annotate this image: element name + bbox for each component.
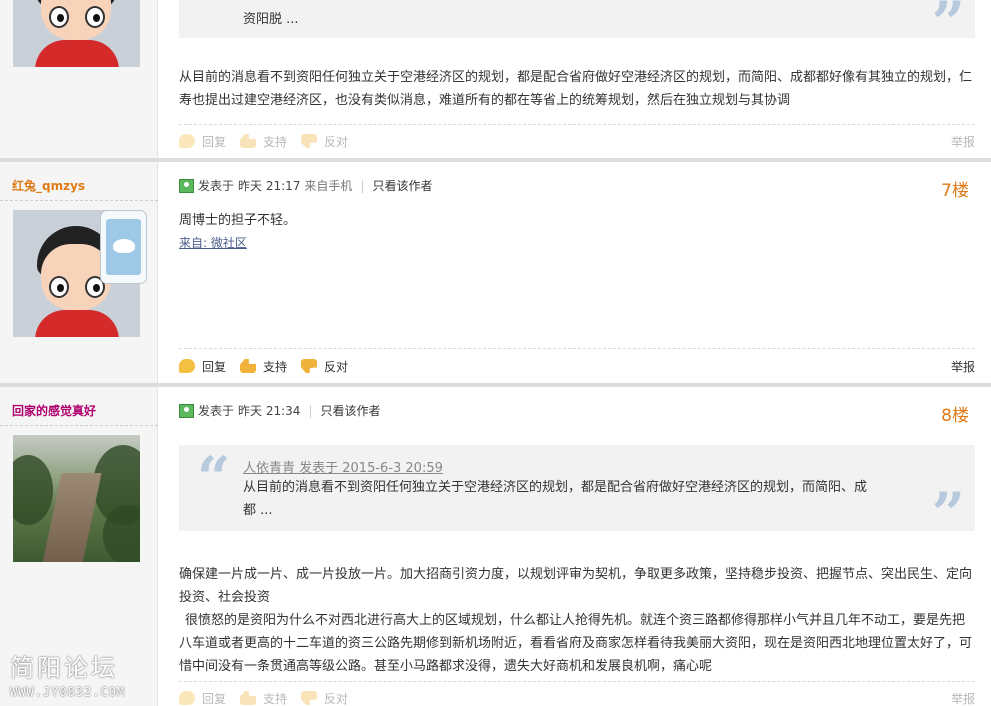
watermark-title: 简阳论坛 [10, 654, 118, 682]
online-status-icon [179, 403, 194, 418]
mobile-phone-icon [100, 210, 147, 284]
report-link[interactable]: 举报 [951, 690, 975, 706]
floor-number[interactable]: 7楼 [941, 176, 969, 201]
oppose-button[interactable]: 反对 [301, 690, 348, 706]
post-source: 来自手机 [304, 179, 353, 193]
report-link[interactable]: 举报 [951, 358, 975, 375]
post-meta: 发表于 昨天 21:34 | 只看该作者 [179, 402, 380, 419]
content-paragraph: 很愤怒的是资阳为什么不对西北进行高大上的区域规划，什么都让人抢得先机。就连个资三… [179, 613, 973, 674]
post-content: 确保建一片成一片、成一片投放一片。加大招商引资力度，以规划评审为契机，争取更多政… [179, 563, 973, 678]
close-quote-icon: ” [931, 480, 965, 548]
online-status-icon [179, 178, 194, 193]
post-6: 资阳脱 ... ” 从目前的消息看不到资阳任何独立关于空港经济区的规划，都是配合… [0, 0, 991, 158]
posted-label: 发表于 [198, 404, 235, 418]
avatar-photo[interactable] [13, 435, 140, 562]
post-8: 回家的感觉真好 发表于 昨天 21:34 | 只看该作者 8楼 “ 人依青青 发… [0, 387, 991, 706]
reply-button[interactable]: 回复 [179, 690, 226, 706]
post-meta: 发表于 昨天 21:17 来自手机 | 只看该作者 [179, 177, 433, 194]
source-link[interactable]: 来自: 微社区 [179, 234, 247, 251]
thumbs-up-icon [240, 134, 257, 148]
post-time: 昨天 21:17 [238, 179, 301, 193]
post-body: 发表于 昨天 21:17 来自手机 | 只看该作者 7楼 周博士的担子不轻。 来… [159, 162, 991, 383]
post-actions: 回复 支持 反对 举报 [179, 356, 975, 376]
site-watermark: 简阳论坛 WWW.JY0832.COM [10, 648, 125, 699]
reply-icon [179, 359, 195, 373]
post-content: 从目前的消息看不到资阳任何独立关于空港经济区的规划，都是配合省府做好空港经济区的… [179, 70, 973, 108]
reply-button[interactable]: 回复 [179, 358, 226, 375]
thumbs-up-icon [240, 691, 257, 705]
only-author-link[interactable]: 只看该作者 [372, 177, 432, 194]
author-name[interactable]: 回家的感觉真好 [12, 402, 96, 419]
thumbs-down-icon [301, 691, 318, 705]
post-actions: 回复 支持 反对 举报 [179, 131, 975, 151]
quote-text: 资阳脱 ... [243, 12, 299, 27]
author-name[interactable]: 红兔_qmzys [12, 177, 85, 194]
post-body: 发表于 昨天 21:34 | 只看该作者 8楼 “ 人依青青 发表于 2015-… [159, 387, 991, 706]
quote-block: “ 人依青青 发表于 2015-6-3 20:59 从目前的消息看不到资阳任何独… [179, 444, 975, 543]
oppose-button[interactable]: 反对 [301, 133, 348, 150]
thumbs-down-icon [301, 359, 318, 373]
author-panel: 红兔_qmzys [0, 162, 158, 383]
quote-block: 资阳脱 ... ” [179, 0, 975, 52]
post-7: 红兔_qmzys 发表于 昨天 21:17 来自手机 | 只看该作者 7楼 周博… [0, 162, 991, 383]
support-button[interactable]: 支持 [240, 690, 287, 706]
thumbs-down-icon [301, 134, 318, 148]
floor-number[interactable]: 8楼 [941, 401, 969, 426]
open-quote-icon: “ [197, 444, 231, 512]
only-author-link[interactable]: 只看该作者 [320, 402, 380, 419]
support-button[interactable]: 支持 [240, 358, 287, 375]
watermark-url: WWW.JY0832.COM [10, 685, 126, 699]
quote-text: 从目前的消息看不到资阳任何独立关于空港经济区的规划，都是配合省府做好空港经济区的… [243, 480, 868, 518]
post-content: 周博士的担子不轻。 [179, 213, 297, 228]
post-body: 资阳脱 ... ” 从目前的消息看不到资阳任何独立关于空港经济区的规划，都是配合… [159, 0, 991, 158]
quote-author-link[interactable]: 人依青青 发表于 2015-6-3 20:59 [243, 457, 443, 476]
avatar[interactable] [13, 0, 140, 67]
reply-button[interactable]: 回复 [179, 133, 226, 150]
content-paragraph: 确保建一片成一片、成一片投放一片。加大招商引资力度，以规划评审为契机，争取更多政… [179, 567, 973, 605]
report-link[interactable]: 举报 [951, 133, 975, 150]
thumbs-up-icon [240, 359, 257, 373]
close-quote-icon: ” [931, 0, 965, 57]
posted-label: 发表于 [198, 179, 235, 193]
support-button[interactable]: 支持 [240, 133, 287, 150]
author-panel [0, 0, 158, 158]
oppose-button[interactable]: 反对 [301, 358, 348, 375]
post-time: 昨天 21:34 [238, 404, 301, 418]
reply-icon [179, 691, 195, 705]
reply-icon [179, 134, 195, 148]
post-actions: 回复 支持 反对 举报 [179, 688, 975, 706]
